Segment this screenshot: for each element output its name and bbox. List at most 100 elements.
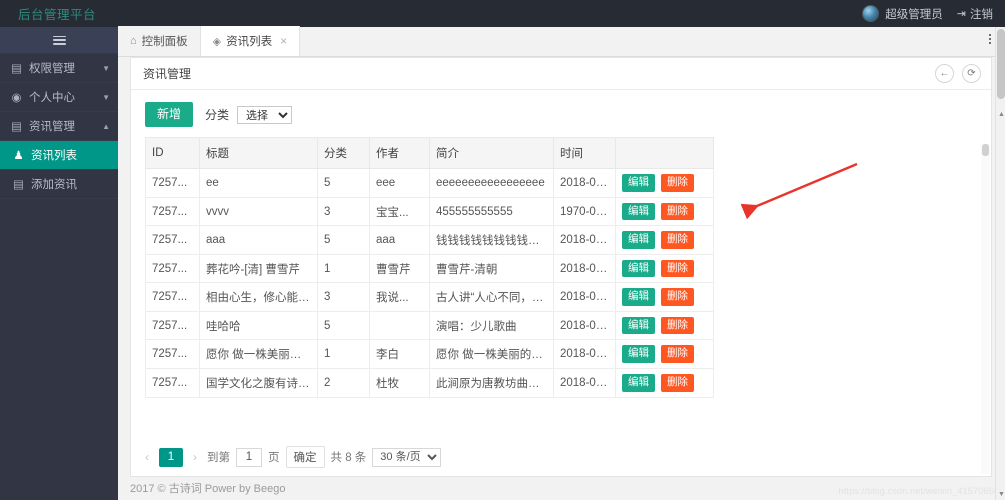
tab-0[interactable]: ⌂ 控制面板	[118, 26, 201, 56]
column-header-5: 时间	[553, 137, 616, 170]
window-scrollbar-thumb[interactable]	[997, 29, 1005, 99]
cell-actions: 编辑 删除	[615, 168, 714, 198]
delete-button[interactable]: 删除	[661, 174, 694, 192]
cell-author	[369, 310, 430, 341]
shield-icon: ◈	[212, 35, 222, 48]
edit-button[interactable]: 编辑	[622, 316, 655, 335]
sidebar-item-1[interactable]: ◉ 个人中心 ▼	[0, 83, 118, 112]
logout-button[interactable]: ⇥ 注销	[957, 6, 993, 22]
cell-id: 7257...	[145, 310, 200, 341]
pagination-prev-button[interactable]: ‹	[141, 450, 153, 464]
delete-button[interactable]: 删除	[661, 202, 694, 221]
column-header-2: 分类	[317, 137, 370, 170]
app-root: 后台管理平台 超级管理员 ⇥ 注销 ▤ 权限管理 ▼ ◉ 个人中心 ▼ ▤ 资讯管理 ▲ ♟ 资讯列…	[0, 0, 1005, 500]
cell-time: 2018-08...	[553, 253, 616, 284]
hamburger-icon	[52, 35, 66, 45]
tab-bar: ⌂ 控制面板 ◈ 资讯列表 ×	[118, 26, 1005, 57]
column-header-6	[615, 137, 714, 170]
sidebar-item-label: 资讯管理	[29, 121, 75, 133]
chevron-down-icon: ▼	[102, 63, 110, 73]
cell-category: 5	[317, 310, 370, 341]
delete-button[interactable]: 删除	[661, 374, 694, 392]
delete-button[interactable]: 删除	[661, 288, 694, 306]
scroll-down-icon[interactable]: ▼	[998, 491, 1005, 498]
edit-button[interactable]: 编辑	[622, 345, 655, 364]
cell-intro: 演唱：少儿歌曲	[429, 310, 554, 341]
delete-button[interactable]: 删除	[661, 345, 694, 364]
cell-category: 2	[317, 368, 370, 398]
cell-intro: 愿你 做一株美丽的葵花	[429, 339, 554, 370]
refresh-icon[interactable]: ⟳	[962, 64, 981, 83]
cell-id: 7257...	[145, 368, 200, 398]
cell-category: 3	[317, 282, 370, 312]
goto-page-input[interactable]	[236, 447, 262, 467]
table-row: 7257... 哇哈哈 5 演唱：少儿歌曲 2018-08... 编辑 删除	[145, 310, 714, 341]
edit-button[interactable]: 编辑	[622, 202, 655, 221]
panel-scrollbar-thumb[interactable]	[982, 144, 989, 156]
cell-time: 1970-01...	[553, 196, 616, 227]
edit-button[interactable]: 编辑	[622, 231, 655, 249]
cell-category: 5	[317, 225, 370, 255]
edit-button[interactable]: 编辑	[622, 174, 655, 192]
cell-author: 宝宝...	[369, 196, 430, 227]
chevron-down-icon: ▼	[102, 92, 110, 102]
table-row: 7257...aaa5aaa钱钱钱钱钱钱钱钱钱钱钱钱钱2018-08...编辑删…	[145, 225, 714, 255]
tab-1[interactable]: ◈ 资讯列表 ×	[200, 26, 301, 56]
sidebar-item-0[interactable]: ▤ 权限管理 ▼	[0, 54, 118, 83]
delete-button[interactable]: 删除	[661, 259, 694, 278]
cell-time: 2018-08...	[553, 282, 616, 312]
cell-author: 我说...	[369, 282, 430, 312]
sidebar-item-3[interactable]: ♟ 资讯列表	[0, 141, 118, 170]
edit-button[interactable]: 编辑	[622, 259, 655, 278]
table-body: 7257... ee 5 eee eeeeeeeeeeeeeeeee 2018-08...…	[145, 168, 714, 398]
id-card-icon: ▤	[11, 63, 22, 75]
home-icon: ⌂	[130, 35, 137, 47]
sidebar-item-4[interactable]: ▤ 添加资讯	[0, 170, 118, 199]
news-table: ID 标题 分类 作者 简介 时间 7257... ee 5 eee eeeeeeeeeeeeee…	[145, 137, 714, 398]
cell-author: 李白	[369, 339, 430, 370]
delete-button[interactable]: 删除	[661, 316, 694, 335]
cell-time: 2018-08...	[553, 225, 616, 255]
cell-title: aaa	[199, 225, 318, 255]
column-header-3: 作者	[369, 137, 430, 170]
panel-scrollbar[interactable]	[981, 144, 990, 474]
cell-author: 曹雪芹	[369, 253, 430, 284]
goto-confirm-button[interactable]: 确定	[285, 446, 325, 468]
pagination-page-1[interactable]: 1	[159, 447, 183, 467]
cell-category: 3	[317, 196, 370, 227]
delete-button[interactable]: 删除	[661, 231, 694, 249]
footer-text: 2017 © 古诗词 Power by Beego	[130, 483, 286, 495]
cell-time: 2018-08...	[553, 368, 616, 398]
cell-intro: 此涧原为唐教坊曲，初咏...	[429, 368, 554, 398]
cell-author: aaa	[369, 225, 430, 255]
edit-button[interactable]: 编辑	[622, 288, 655, 306]
logout-icon: ⇥	[956, 8, 966, 20]
cell-category: 5	[317, 168, 370, 198]
pagination-next-button[interactable]: ›	[189, 450, 201, 464]
top-header-bar: 后台管理平台 超级管理员 ⇥ 注销	[0, 0, 1005, 27]
tab-label: 资讯列表	[226, 36, 273, 48]
scroll-up-icon[interactable]: ▲	[998, 111, 1005, 118]
category-filter-select[interactable]: 选择	[237, 105, 293, 124]
chevron-up-icon: ▲	[102, 121, 110, 131]
sidebar-toggle-button[interactable]	[0, 27, 118, 54]
tab-label: 控制面板	[141, 36, 188, 48]
page-size-select[interactable]: 30 条/页	[372, 447, 442, 467]
sidebar-item-2[interactable]: ▤ 资讯管理 ▲	[0, 112, 118, 141]
cell-intro: eeeeeeeeeeeeeeeee	[429, 168, 554, 198]
cell-actions: 编辑 删除	[615, 196, 714, 227]
cell-actions: 编辑 删除	[615, 282, 714, 312]
column-header-4: 简介	[429, 137, 554, 170]
bell-icon: ♟	[13, 150, 24, 162]
window-scrollbar[interactable]: ▲ ▼	[995, 27, 1005, 500]
table-row: 7257...国学文化之腹有诗书气自...2杜牧此涧原为唐教坊曲，初咏...20…	[145, 368, 714, 398]
current-user[interactable]: 超级管理员	[862, 5, 943, 22]
cell-author: 杜牧	[369, 368, 430, 398]
add-news-button[interactable]: 新增	[145, 102, 194, 128]
user-circle-icon: ◉	[11, 92, 22, 104]
edit-button[interactable]: 编辑	[622, 374, 655, 392]
close-icon[interactable]: ×	[280, 34, 287, 48]
cell-title: 愿你 做一株美丽的葵花 ...	[199, 339, 318, 370]
back-arrow-icon[interactable]: ←	[935, 64, 954, 83]
tab-list: ⌂ 控制面板 ◈ 资讯列表 ×	[118, 26, 301, 56]
